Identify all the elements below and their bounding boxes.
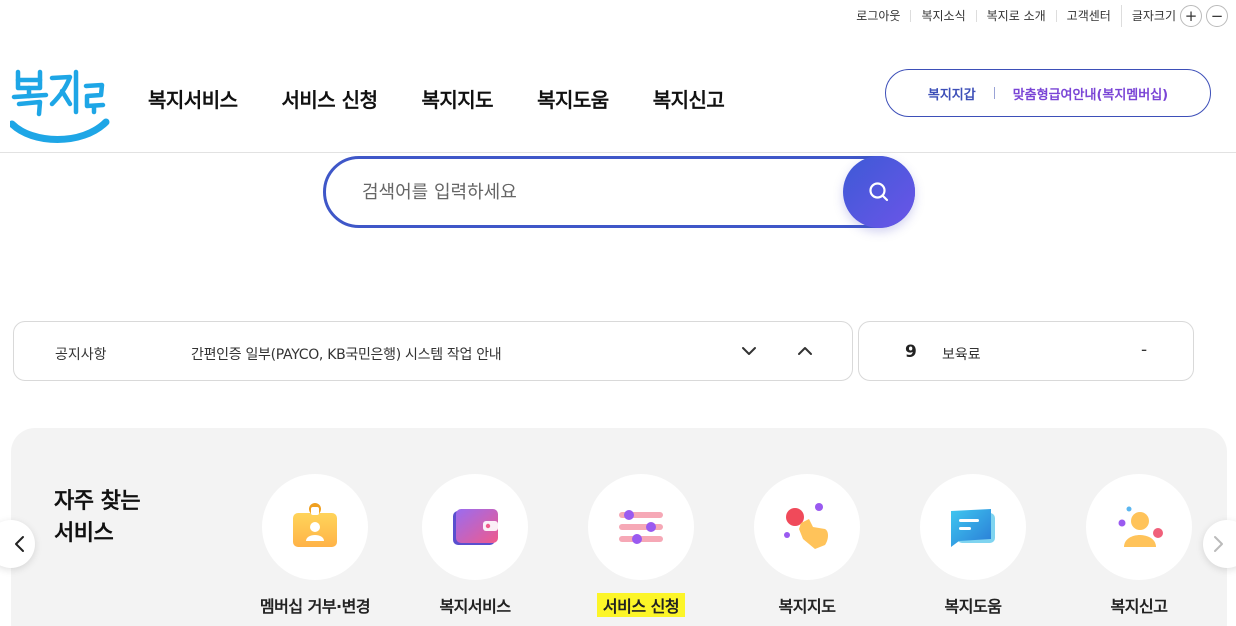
chevron-up-icon xyxy=(798,347,812,355)
service-item[interactable]: 서비스 신청 xyxy=(571,474,711,617)
title-line-2: 서비스 xyxy=(54,521,114,546)
chevron-down-icon xyxy=(742,347,756,355)
popular-keyword-box[interactable]: 9 보육료 - xyxy=(858,321,1194,381)
map-pointer-icon xyxy=(784,503,828,549)
service-item[interactable]: 복지서비스 xyxy=(405,474,545,617)
service-label: 서비스 신청 xyxy=(596,593,686,617)
service-item[interactable]: 멤버십 거부·변경 xyxy=(245,474,385,617)
person-icon xyxy=(1118,506,1163,547)
chat-icon xyxy=(951,509,995,547)
logout-link[interactable]: 로그아웃 xyxy=(846,10,910,22)
service-label: 복지신고 xyxy=(1110,597,1168,616)
font-decrease-button[interactable]: − xyxy=(1206,5,1228,27)
service-icon-circle xyxy=(1086,474,1192,580)
frequent-services-panel: 자주 찾는 서비스 멤버십 거부·변경 복지서비스 서비스 신청 복지지도 복지… xyxy=(11,428,1227,626)
header-divider xyxy=(0,152,1236,153)
site-logo[interactable] xyxy=(8,64,110,148)
nav-welfare-help[interactable]: 복지도움 xyxy=(537,84,609,113)
chevron-right-icon xyxy=(1214,536,1223,552)
logo-mark xyxy=(8,69,110,143)
news-link[interactable]: 복지소식 xyxy=(910,10,975,22)
service-label: 복지지도 xyxy=(778,597,836,616)
notice-bar: 공지사항 간편인증 일부(PAYCO, KB국민은행) 시스템 작업 안내 xyxy=(13,321,853,381)
service-item[interactable]: 복지도움 xyxy=(903,474,1043,617)
notice-label: 공지사항 xyxy=(55,347,107,363)
rank-change: - xyxy=(1141,340,1148,360)
welfare-wallet-link[interactable]: 복지지갑 xyxy=(928,84,976,103)
nav-welfare-report[interactable]: 복지신고 xyxy=(653,84,725,113)
rank-number: 9 xyxy=(905,342,917,362)
service-icon-circle xyxy=(422,474,528,580)
main-nav: 복지서비스 서비스 신청 복지지도 복지도움 복지신고 xyxy=(148,84,768,113)
service-label: 복지도움 xyxy=(944,597,1002,616)
font-size-label: 글자크기 xyxy=(1131,9,1176,23)
chevron-left-icon xyxy=(15,536,24,552)
nav-welfare-service[interactable]: 복지서비스 xyxy=(148,84,238,113)
wallet-icon xyxy=(453,509,498,545)
font-size-control: 글자크기 + − xyxy=(1120,5,1228,27)
notice-next-button[interactable] xyxy=(738,340,760,362)
search-box xyxy=(323,156,915,228)
service-icon-circle xyxy=(754,474,860,580)
custom-benefit-link[interactable]: 맞춤형급여안내(복지멤버십) xyxy=(1013,84,1168,103)
sliders-icon xyxy=(619,510,663,544)
font-increase-button[interactable]: + xyxy=(1180,5,1202,27)
nav-welfare-map[interactable]: 복지지도 xyxy=(421,84,493,113)
notice-text[interactable]: 간편인증 일부(PAYCO, KB국민은행) 시스템 작업 안내 xyxy=(191,344,502,364)
service-label: 복지서비스 xyxy=(439,597,511,616)
service-label: 멤버십 거부·변경 xyxy=(259,597,371,616)
notice-prev-button[interactable] xyxy=(794,340,816,362)
divider xyxy=(993,87,995,99)
page: 로그아웃 복지소식 복지로 소개 고객센터 글자크기 + − 복지서비스 서비스… xyxy=(0,0,1236,626)
service-icon-circle xyxy=(920,474,1026,580)
service-icon-circle xyxy=(588,474,694,580)
utility-bar: 로그아웃 복지소식 복지로 소개 고객센터 글자크기 + − xyxy=(846,5,1228,27)
support-link[interactable]: 고객센터 xyxy=(1055,10,1121,22)
search-input[interactable] xyxy=(362,177,832,207)
nav-service-apply[interactable]: 서비스 신청 xyxy=(282,84,378,113)
search-button[interactable] xyxy=(843,156,915,228)
service-item[interactable]: 복지신고 xyxy=(1069,474,1209,617)
frequent-services-title: 자주 찾는 서비스 xyxy=(54,486,141,550)
about-link[interactable]: 복지로 소개 xyxy=(975,10,1056,22)
search-icon xyxy=(869,182,889,202)
title-line-1: 자주 찾는 xyxy=(54,489,141,514)
quick-links-pill: 복지지갑 맞춤형급여안내(복지멤버십) xyxy=(885,69,1211,117)
rank-keyword[interactable]: 보육료 xyxy=(942,344,981,364)
id-card-icon xyxy=(293,503,337,547)
service-item[interactable]: 복지지도 xyxy=(737,474,877,617)
service-icon-circle xyxy=(262,474,368,580)
